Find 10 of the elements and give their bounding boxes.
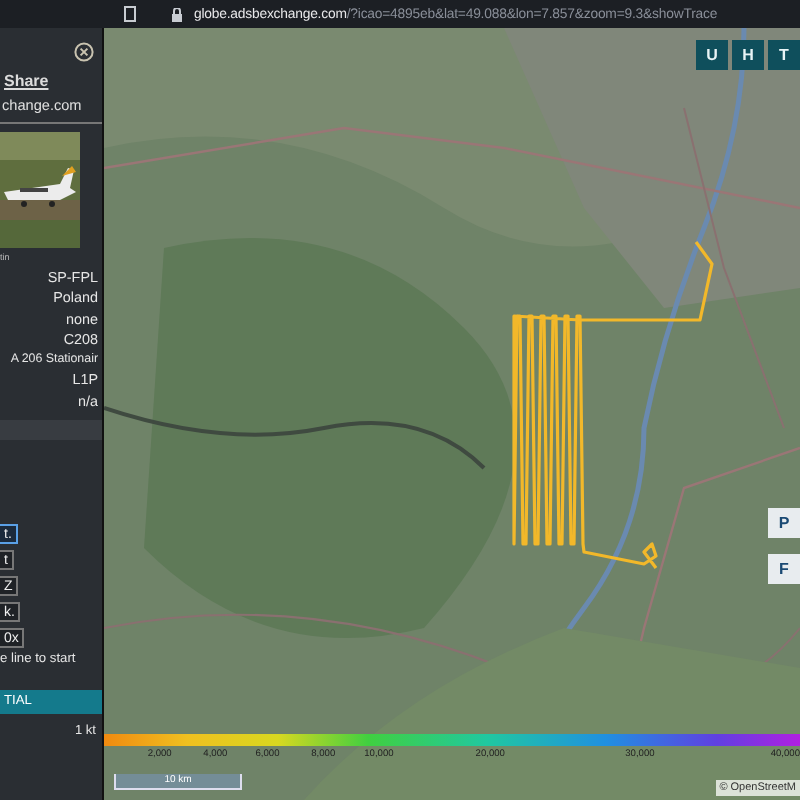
share-link[interactable]: Share xyxy=(0,62,102,90)
map-button[interactable]: P xyxy=(768,508,800,538)
close-icon[interactable] xyxy=(74,42,94,62)
lock-icon xyxy=(172,7,182,21)
map-button[interactable]: F xyxy=(768,554,800,584)
tab-icon[interactable] xyxy=(124,6,136,22)
layer-button[interactable]: U xyxy=(696,40,728,70)
layer-button[interactable]: H xyxy=(732,40,764,70)
layer-button[interactable]: T xyxy=(768,40,800,70)
section-header xyxy=(0,419,102,440)
